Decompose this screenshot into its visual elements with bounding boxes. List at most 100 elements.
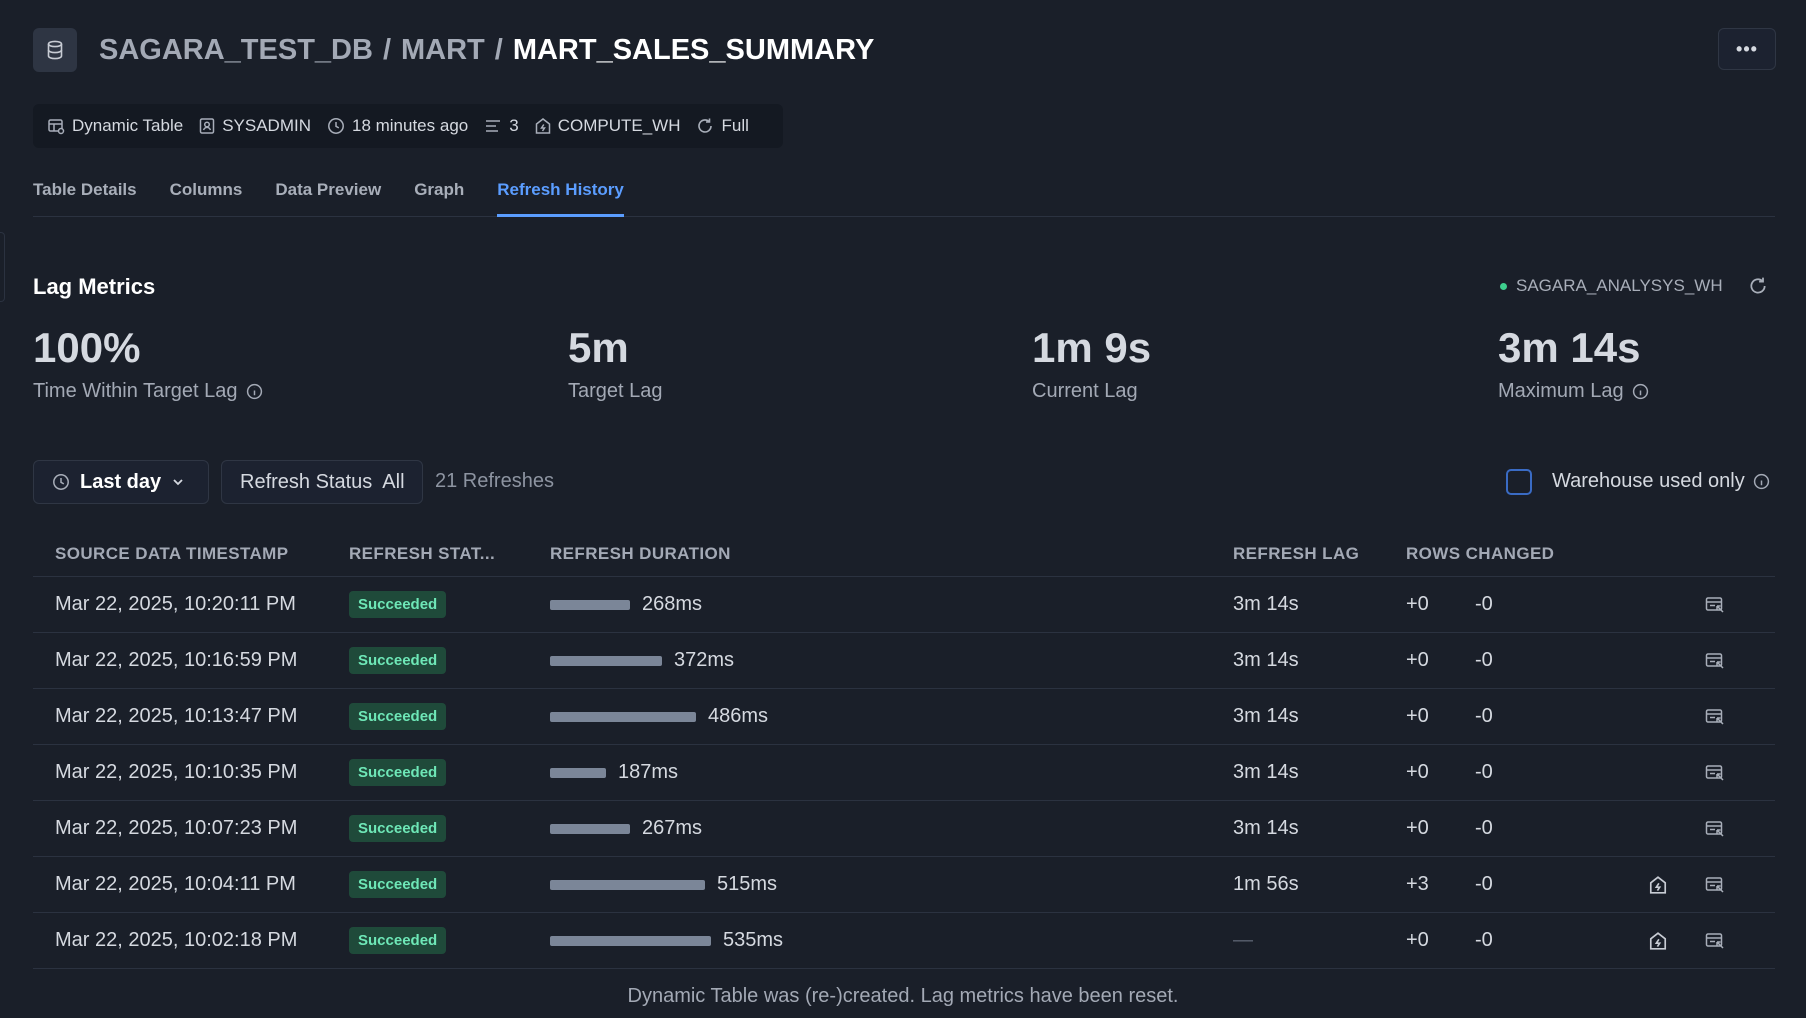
duration-text: 515ms <box>717 873 778 895</box>
cell-rows-added: +0 <box>1406 649 1429 671</box>
cell-rows-added: +0 <box>1406 817 1429 839</box>
duration-text: 535ms <box>723 929 784 951</box>
meta-updated-label: 18 minutes ago <box>351 116 469 135</box>
cell-rows-added: +0 <box>1406 761 1429 783</box>
cell-duration: 372ms <box>550 649 1233 672</box>
tab-refresh-history[interactable]: Refresh History <box>497 176 624 217</box>
warehouse-indicator[interactable]: SAGARA_ANALYSYS_WH <box>1500 276 1723 296</box>
meta-columns: 3 <box>484 116 519 136</box>
metric-maximum-lag: 3m 14s Maximum Lag <box>1498 322 1649 403</box>
cell-duration: 187ms <box>550 761 1233 784</box>
metric-value: 3m 14s <box>1498 324 1641 371</box>
lag-metrics-title: Lag Metrics <box>33 274 156 299</box>
cell-rows-removed: -0 <box>1475 649 1493 671</box>
warehouse-icon[interactable] <box>1649 875 1667 895</box>
header-rows-changed[interactable]: ROWS CHANGED <box>1406 544 1621 564</box>
cell-details <box>1695 876 1735 894</box>
cell-timestamp: Mar 22, 2025, 10:20:11 PM <box>55 593 296 615</box>
status-badge: Succeeded <box>349 815 447 842</box>
user-icon <box>199 118 215 134</box>
warehouse-icon <box>535 118 550 134</box>
side-panel-handle[interactable] <box>0 232 5 302</box>
metric-label: Current Lag <box>1032 380 1151 403</box>
cell-rows-added: +0 <box>1406 593 1429 615</box>
tab-graph[interactable]: Graph <box>414 176 464 217</box>
clock-icon <box>328 118 344 134</box>
query-details-icon[interactable] <box>1705 876 1725 894</box>
cell-warehouse <box>1621 931 1695 951</box>
header-timestamp[interactable]: SOURCE DATA TIMESTAMP <box>33 544 349 564</box>
refresh-history-table: SOURCE DATA TIMESTAMP REFRESH STAT... RE… <box>33 532 1775 969</box>
breadcrumb-schema[interactable]: MART <box>401 34 485 67</box>
refresh-status-filter[interactable]: Refresh Status All <box>221 460 423 504</box>
cell-timestamp: Mar 22, 2025, 10:07:23 PM <box>55 817 298 839</box>
duration-bar <box>550 599 630 610</box>
cell-rows-removed: -0 <box>1475 593 1493 615</box>
refresh-icon <box>1750 277 1766 294</box>
more-options-button[interactable]: ••• <box>1718 28 1776 70</box>
query-details-icon[interactable] <box>1705 932 1725 950</box>
refresh-icon <box>698 118 713 133</box>
cell-status: Succeeded <box>349 759 550 786</box>
table-row[interactable]: Mar 22, 2025, 10:20:11 PM Succeeded 268m… <box>33 577 1775 633</box>
metric-label: Time Within Target Lag <box>33 380 263 403</box>
cell-lag: 3m 14s <box>1233 817 1299 839</box>
duration-bar <box>550 711 696 722</box>
warehouse-icon[interactable] <box>1649 931 1667 951</box>
info-icon[interactable] <box>1753 473 1770 490</box>
query-details-icon[interactable] <box>1705 764 1725 782</box>
table-row[interactable]: Mar 22, 2025, 10:04:11 PM Succeeded 515m… <box>33 857 1775 913</box>
duration-text: 267ms <box>642 817 703 839</box>
query-details-icon[interactable] <box>1705 708 1725 726</box>
cell-rows-removed: -0 <box>1475 705 1493 727</box>
header-duration[interactable]: REFRESH DURATION <box>550 544 1233 564</box>
warehouse-only-text: Warehouse used only <box>1552 470 1745 492</box>
cell-timestamp: Mar 22, 2025, 10:16:59 PM <box>55 649 298 671</box>
query-details-icon[interactable] <box>1705 652 1725 670</box>
warehouse-only-checkbox[interactable] <box>1506 469 1532 495</box>
cell-lag: — <box>1233 929 1253 951</box>
meta-type-label: Dynamic Table <box>72 116 184 135</box>
time-range-dropdown[interactable]: Last day <box>33 460 209 504</box>
table-row[interactable]: Mar 22, 2025, 10:07:23 PM Succeeded 267m… <box>33 801 1775 857</box>
table-row[interactable]: Mar 22, 2025, 10:16:59 PM Succeeded 372m… <box>33 633 1775 689</box>
breadcrumb-database[interactable]: SAGARA_TEST_DB <box>99 34 373 67</box>
meta-columns-count: 3 <box>509 116 519 135</box>
info-icon[interactable] <box>246 383 263 400</box>
table-row[interactable]: Mar 22, 2025, 10:10:35 PM Succeeded 187m… <box>33 745 1775 801</box>
query-details-icon[interactable] <box>1705 596 1725 614</box>
more-icon: ••• <box>1736 38 1758 59</box>
object-meta-bar: Dynamic Table SYSADMIN 18 minutes ago 3 … <box>33 104 783 148</box>
tab-table-details[interactable]: Table Details <box>33 176 137 217</box>
header-lag[interactable]: REFRESH LAG <box>1233 544 1406 564</box>
tab-columns[interactable]: Columns <box>170 176 243 217</box>
cell-status: Succeeded <box>349 591 550 618</box>
metric-time-within-target: 100% Time Within Target Lag <box>33 322 263 403</box>
meta-updated: 18 minutes ago <box>327 116 468 136</box>
header-status[interactable]: REFRESH STAT... <box>349 544 550 564</box>
breadcrumb-separator: / <box>382 33 391 66</box>
info-icon[interactable] <box>1632 383 1649 400</box>
warehouse-name: SAGARA_ANALYSYS_WH <box>1516 276 1723 295</box>
status-dot <box>1500 282 1507 290</box>
status-badge: Succeeded <box>349 703 447 730</box>
cell-details <box>1695 596 1735 614</box>
meta-owner: SYSADMIN <box>199 116 311 136</box>
cell-details <box>1695 764 1735 782</box>
cell-duration: 268ms <box>550 593 1233 616</box>
refresh-count: 21 Refreshes <box>435 470 554 492</box>
tab-data-preview[interactable]: Data Preview <box>275 176 381 217</box>
cell-duration: 515ms <box>550 873 1233 896</box>
metric-label-text: Target Lag <box>568 380 663 402</box>
duration-text: 187ms <box>618 761 679 783</box>
duration-bar <box>550 935 711 946</box>
cell-details <box>1695 652 1735 670</box>
cell-status: Succeeded <box>349 815 550 842</box>
cell-status: Succeeded <box>349 871 550 898</box>
table-row[interactable]: Mar 22, 2025, 10:02:18 PM Succeeded 535m… <box>33 913 1775 969</box>
refresh-metrics-button[interactable] <box>1748 276 1768 301</box>
cell-rows-removed: -0 <box>1475 929 1493 951</box>
cell-rows-added: +3 <box>1406 873 1429 895</box>
query-details-icon[interactable] <box>1705 820 1725 838</box>
table-row[interactable]: Mar 22, 2025, 10:13:47 PM Succeeded 486m… <box>33 689 1775 745</box>
